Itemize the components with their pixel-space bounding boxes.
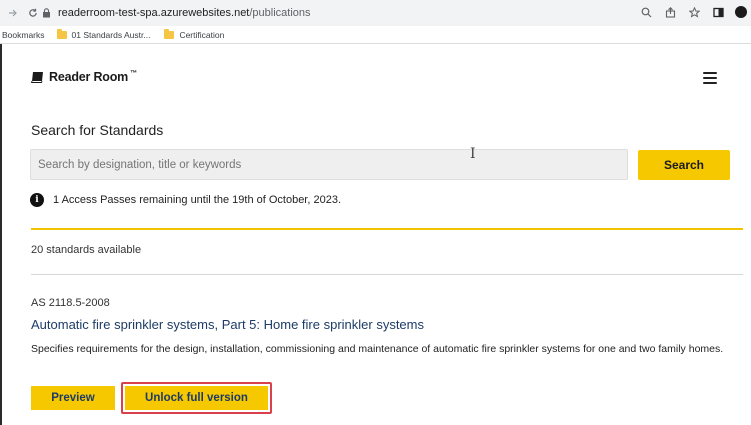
bookmark-standards[interactable]: 01 Standards Austr... <box>56 28 151 40</box>
window-edge <box>0 44 2 425</box>
divider-grey <box>31 274 743 275</box>
browser-address-bar: readerroom-test-spa.azurewebsites.net/pu… <box>0 0 751 26</box>
url-field[interactable]: readerroom-test-spa.azurewebsites.net/pu… <box>42 3 692 23</box>
brand-name: Reader Room <box>49 70 129 84</box>
search-input[interactable] <box>30 149 628 180</box>
forward-icon[interactable] <box>6 6 20 20</box>
zoom-icon[interactable] <box>639 5 653 19</box>
unlock-full-version-button[interactable]: Unlock full version <box>125 386 268 410</box>
page-content: Reader Room ™ Search for Standards I Sea… <box>0 44 751 425</box>
bookmark-star-icon[interactable] <box>687 5 701 19</box>
url-domain: readerroom-test-spa.azurewebsites.net <box>58 7 250 19</box>
book-icon <box>31 71 45 83</box>
sidepanel-icon[interactable] <box>711 5 725 19</box>
bookmark-certification[interactable]: Certification <box>164 28 225 40</box>
lock-icon <box>42 7 54 19</box>
share-icon[interactable] <box>663 5 677 19</box>
standard-designation: AS 2118.5-2008 <box>31 297 110 309</box>
trademark-symbol: ™ <box>130 69 137 77</box>
profile-avatar[interactable] <box>735 6 747 18</box>
bookmarks-bar: Bookmarks 01 Standards Austr... Certific… <box>0 26 751 44</box>
brand-logo[interactable]: Reader Room ™ <box>31 70 137 84</box>
bookmark-label: Certification <box>179 29 225 40</box>
standard-title-link[interactable]: Automatic fire sprinkler systems, Part 5… <box>31 317 424 332</box>
info-icon: i <box>30 193 44 207</box>
search-button[interactable]: Search <box>638 150 730 180</box>
text-cursor-icon: I <box>470 146 476 162</box>
standard-description: Specifies requirements for the design, i… <box>31 343 724 355</box>
url-path: /publications <box>249 7 311 19</box>
access-pass-text: 1 Access Passes remaining until the 19th… <box>53 194 342 206</box>
menu-icon[interactable] <box>703 72 717 84</box>
divider-yellow <box>31 228 743 230</box>
access-pass-notice: i 1 Access Passes remaining until the 19… <box>30 193 341 207</box>
preview-button[interactable]: Preview <box>31 386 115 410</box>
folder-icon <box>56 28 67 39</box>
bookmark-label: 01 Standards Austr... <box>71 29 151 40</box>
results-count: 20 standards available <box>31 244 142 256</box>
bookmarks-label[interactable]: Bookmarks <box>2 30 45 40</box>
search-heading: Search for Standards <box>31 122 164 138</box>
reload-icon[interactable] <box>26 6 40 20</box>
folder-icon <box>164 28 175 39</box>
